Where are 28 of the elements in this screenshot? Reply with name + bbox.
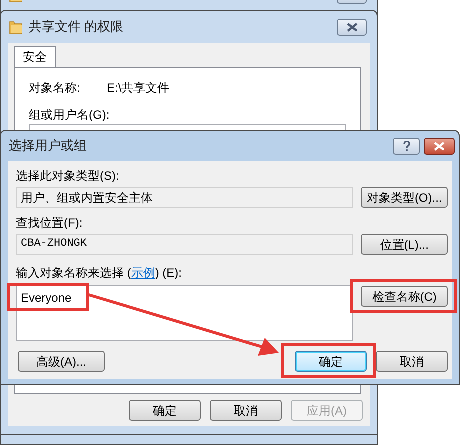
field-label: 组或用户名(G): — [29, 107, 111, 122]
close-icon — [434, 142, 445, 150]
field-label: 输入对象名称来选择 (示例) (E): — [16, 265, 184, 280]
close-button[interactable] — [337, 18, 367, 36]
close-button[interactable] — [424, 138, 455, 154]
button[interactable]: 确定 — [295, 351, 367, 372]
button[interactable]: 确定 — [129, 400, 201, 421]
object-name: E:\共享文件 — [107, 80, 170, 97]
button[interactable]: 检查名称(C) — [361, 286, 448, 307]
button[interactable]: 位置(L)... — [361, 234, 448, 255]
field-label: 选择此对象类型(S): — [16, 168, 120, 183]
button[interactable]: 高级(A)... — [18, 351, 105, 372]
field-label: 查找位置(F): — [16, 215, 84, 230]
button[interactable]: 对象类型(O)... — [361, 187, 448, 208]
name-input-field[interactable]: Everyone — [16, 285, 354, 341]
help-button[interactable] — [393, 138, 420, 154]
example-link[interactable]: 示例 — [131, 266, 156, 280]
close-icon — [346, 22, 358, 32]
dialog-title: 选择用户或组 — [9, 137, 87, 156]
window-title: 共享文件 的权限 — [29, 18, 124, 36]
folder-icon — [9, 19, 23, 35]
field-label: 对象名称: — [29, 80, 82, 97]
button[interactable]: 取消 — [210, 400, 282, 421]
tab[interactable]: 安全 — [14, 46, 56, 67]
readonly-field: 用户、组或内置安全主体 — [16, 187, 354, 208]
help-icon — [402, 140, 410, 152]
button[interactable]: 取消 — [376, 351, 448, 372]
readonly-field: CBA-ZHONGK — [16, 234, 354, 255]
